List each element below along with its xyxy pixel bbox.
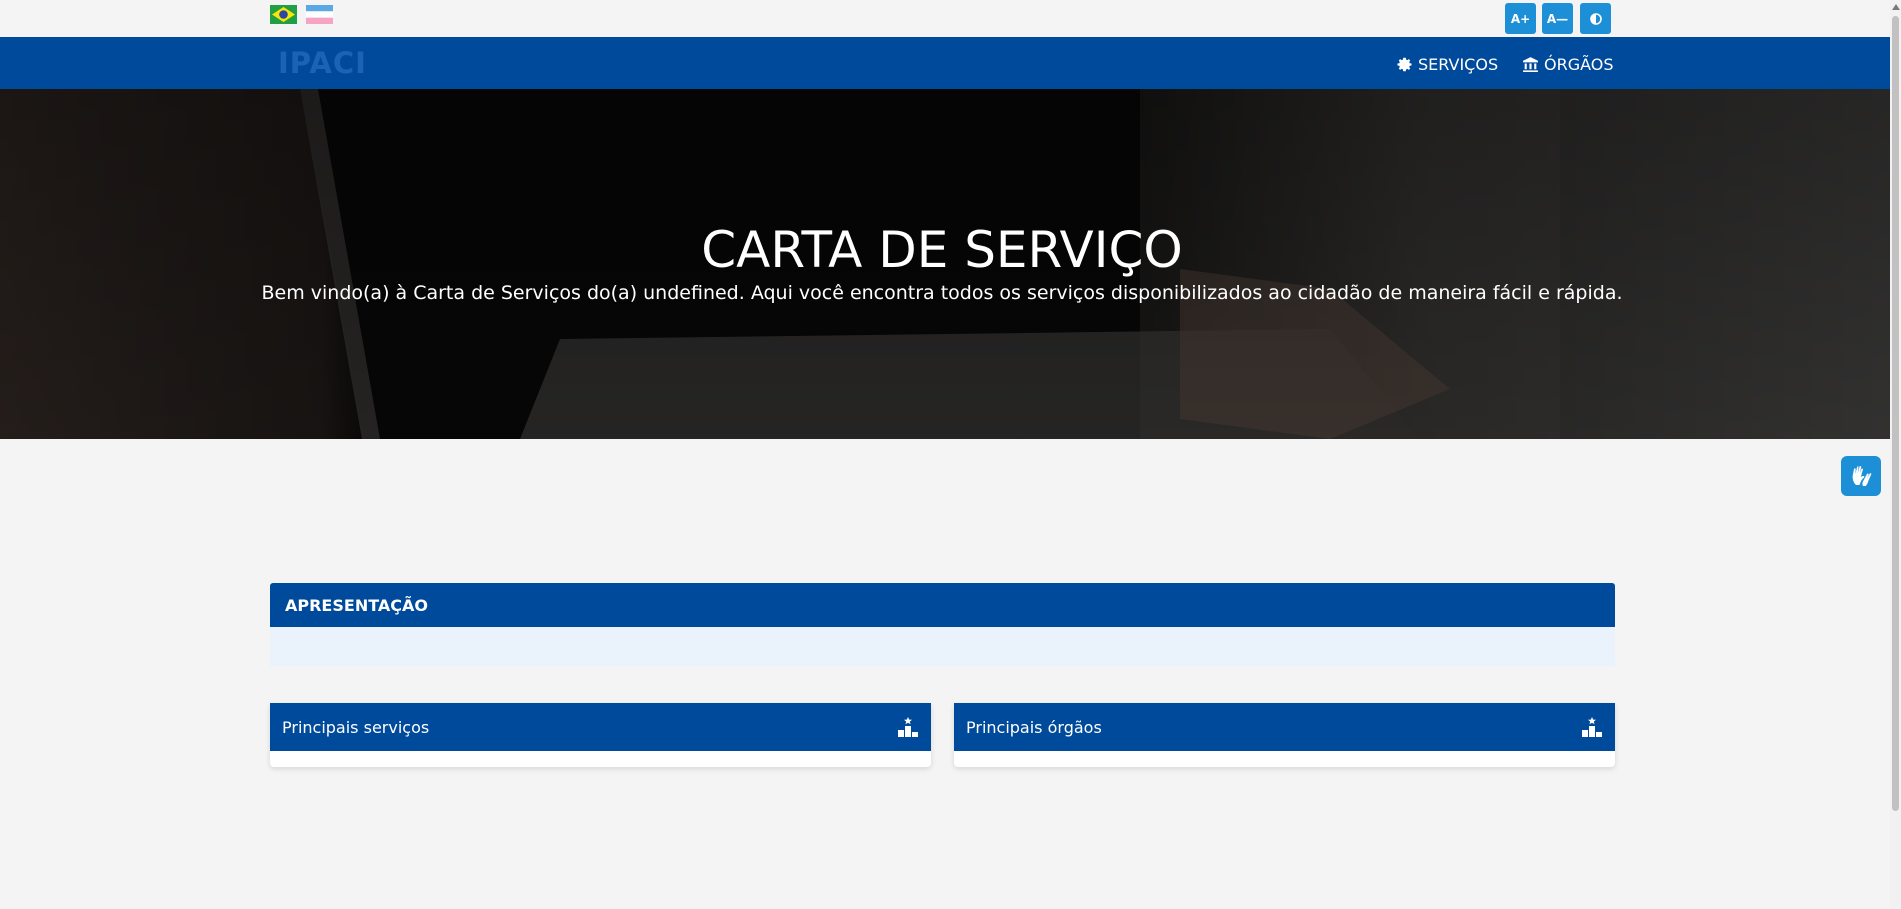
contrast-icon: [1589, 12, 1602, 25]
brazil-flag-icon[interactable]: [270, 5, 297, 24]
principais-servicos-card: Principais serviços: [270, 703, 931, 767]
hero-banner: CARTA DE SERVIÇO Bem vindo(a) à Carta de…: [0, 89, 1890, 439]
page-title: CARTA DE SERVIÇO: [701, 221, 1183, 279]
podium-icon: [898, 717, 918, 737]
increase-font-button[interactable]: A+: [1505, 3, 1536, 34]
card-title: Principais serviços: [282, 717, 430, 737]
top-utility-bar: A+ A—: [0, 0, 1890, 37]
espirito-santo-flag-icon[interactable]: [306, 5, 333, 24]
card-title: Principais órgãos: [966, 717, 1102, 737]
nav-link-label: ÓRGÃOS: [1544, 54, 1614, 74]
apresentacao-header: APRESENTAÇÃO: [270, 583, 1615, 627]
vlibras-widget-button[interactable]: [1841, 456, 1881, 496]
hero-subtitle: Bem vindo(a) à Carta de Serviços do(a) u…: [261, 282, 1623, 304]
nav-link-orgaos[interactable]: ÓRGÃOS: [1522, 53, 1614, 75]
scroll-up-arrow-icon[interactable]: [1892, 4, 1900, 10]
nav-link-servicos[interactable]: SERVIÇOS: [1396, 53, 1498, 75]
card-header: Principais órgãos: [954, 703, 1615, 751]
site-logo[interactable]: IPACI: [278, 47, 367, 79]
page-scrollbar[interactable]: [1890, 0, 1901, 909]
principais-orgaos-card: Principais órgãos: [954, 703, 1615, 767]
podium-icon: [1582, 717, 1602, 737]
sign-language-hands-icon: [1852, 466, 1872, 486]
main-navbar: IPACI SERVIÇOS ÓRGÃOS: [0, 37, 1890, 89]
gear-icon: [1397, 57, 1412, 71]
building-columns-icon: [1523, 56, 1538, 72]
scrollbar-thumb[interactable]: [1892, 16, 1899, 811]
card-header: Principais serviços: [270, 703, 931, 751]
nav-link-label: SERVIÇOS: [1418, 54, 1499, 74]
apresentacao-body: [270, 627, 1615, 666]
apresentacao-panel: APRESENTAÇÃO: [270, 583, 1615, 666]
decrease-font-button[interactable]: A—: [1542, 3, 1573, 34]
apresentacao-title: APRESENTAÇÃO: [285, 595, 428, 615]
contrast-button[interactable]: [1580, 3, 1611, 34]
